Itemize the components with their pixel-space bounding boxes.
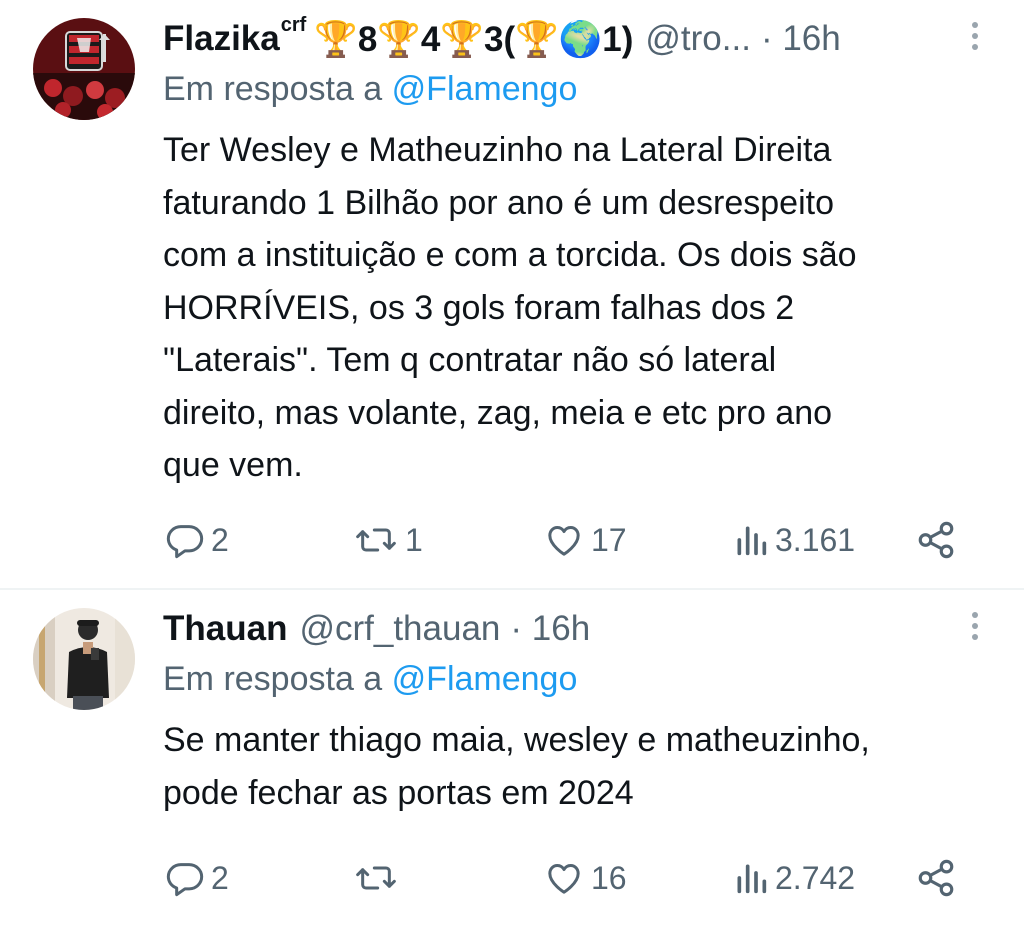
author-handle[interactable]: @crf_thauan	[299, 609, 500, 649]
tweet[interactable]: Flazika crf 🏆8🏆4🏆3(🏆🌍1) @tro... · 16h Em…	[0, 0, 1024, 590]
author-name[interactable]: Flazika	[163, 19, 280, 59]
author-name-superscript: crf	[280, 13, 307, 36]
tweet-text-line: "Laterais". Tem q contratar não só later…	[163, 341, 777, 379]
tweet-text-line: com a instituição e com a torcida. Os do…	[163, 236, 857, 274]
retweet-button[interactable]: 1	[353, 515, 423, 565]
tweet-time[interactable]: · 16h	[761, 19, 841, 59]
views-count: 3.161	[775, 521, 856, 558]
reply-mention-link[interactable]: @Flamengo	[392, 70, 578, 108]
like-count: 16	[591, 859, 627, 896]
avatar[interactable]	[33, 608, 135, 710]
more-icon[interactable]	[968, 612, 982, 648]
retweet-icon	[356, 528, 396, 552]
share-icon	[918, 521, 954, 559]
tweet-text-line: faturando 1 Bilhão por ano é um desrespe…	[163, 183, 835, 222]
views-button[interactable]: 2.742	[733, 853, 855, 903]
tweet-header: Flazika crf 🏆8🏆4🏆3(🏆🌍1) @tro... · 16h	[163, 14, 984, 64]
reply-button[interactable]: 2	[165, 853, 229, 903]
views-count: 2.742	[775, 859, 856, 896]
heart-icon	[548, 864, 580, 894]
tweet-actions: 2 16 2.742	[163, 853, 963, 903]
tweet-text-line: pode fechar as portas em 2024	[163, 773, 634, 812]
reply-icon	[166, 863, 204, 897]
reply-count: 2	[211, 859, 229, 896]
views-icon	[737, 526, 767, 556]
reply-count: 2	[211, 521, 229, 558]
tweet-text-line: que vem.	[163, 446, 303, 484]
tweet-text: Se manter thiago maia, wesley e matheuzi…	[163, 714, 983, 819]
retweet-button[interactable]	[353, 853, 405, 903]
reply-context: Em resposta a @Flamengo	[163, 660, 577, 699]
tweet-time[interactable]: · 16h	[510, 609, 590, 649]
avatar[interactable]	[33, 18, 135, 120]
heart-icon	[548, 526, 580, 556]
like-button[interactable]: 17	[543, 515, 627, 565]
reply-prefix: Em resposta a	[163, 70, 383, 108]
author-badges: 🏆8🏆4🏆3(🏆🌍1)	[314, 19, 634, 59]
more-icon[interactable]	[968, 22, 982, 58]
share-button[interactable]	[915, 515, 957, 565]
tweet-text: Ter Wesley e Matheuzinho na Lateral Dire…	[163, 124, 983, 492]
views-icon	[737, 864, 767, 894]
tweet-actions: 2 1 17 3.161	[163, 515, 963, 565]
like-count: 17	[591, 521, 627, 558]
retweet-count: 1	[405, 521, 423, 558]
tweet-text-line: Ter Wesley e Matheuzinho na Lateral Dire…	[163, 131, 832, 169]
reply-context: Em resposta a @Flamengo	[163, 70, 577, 109]
reply-prefix: Em resposta a	[163, 660, 383, 698]
tweet[interactable]: Thauan @crf_thauan · 16h Em resposta a @…	[0, 590, 1024, 933]
tweet-text-line: direito, mas volante, zag, meia e etc pr…	[163, 393, 833, 432]
like-button[interactable]: 16	[543, 853, 627, 903]
retweet-icon	[356, 866, 396, 890]
views-button[interactable]: 3.161	[733, 515, 855, 565]
author-handle[interactable]: @tro...	[645, 19, 751, 59]
reply-icon	[166, 525, 204, 559]
reply-button[interactable]: 2	[165, 515, 229, 565]
tweet-text-line: Se manter thiago maia, wesley e matheuzi…	[163, 721, 870, 759]
share-icon	[918, 859, 954, 897]
reply-mention-link[interactable]: @Flamengo	[392, 660, 578, 698]
author-name[interactable]: Thauan	[163, 609, 287, 649]
tweet-header: Thauan @crf_thauan · 16h	[163, 604, 984, 654]
tweet-feed: Flazika crf 🏆8🏆4🏆3(🏆🌍1) @tro... · 16h Em…	[0, 0, 1024, 933]
tweet-text-line: HORRÍVEIS, os 3 gols foram falhas dos 2	[163, 288, 795, 327]
share-button[interactable]	[915, 853, 957, 903]
